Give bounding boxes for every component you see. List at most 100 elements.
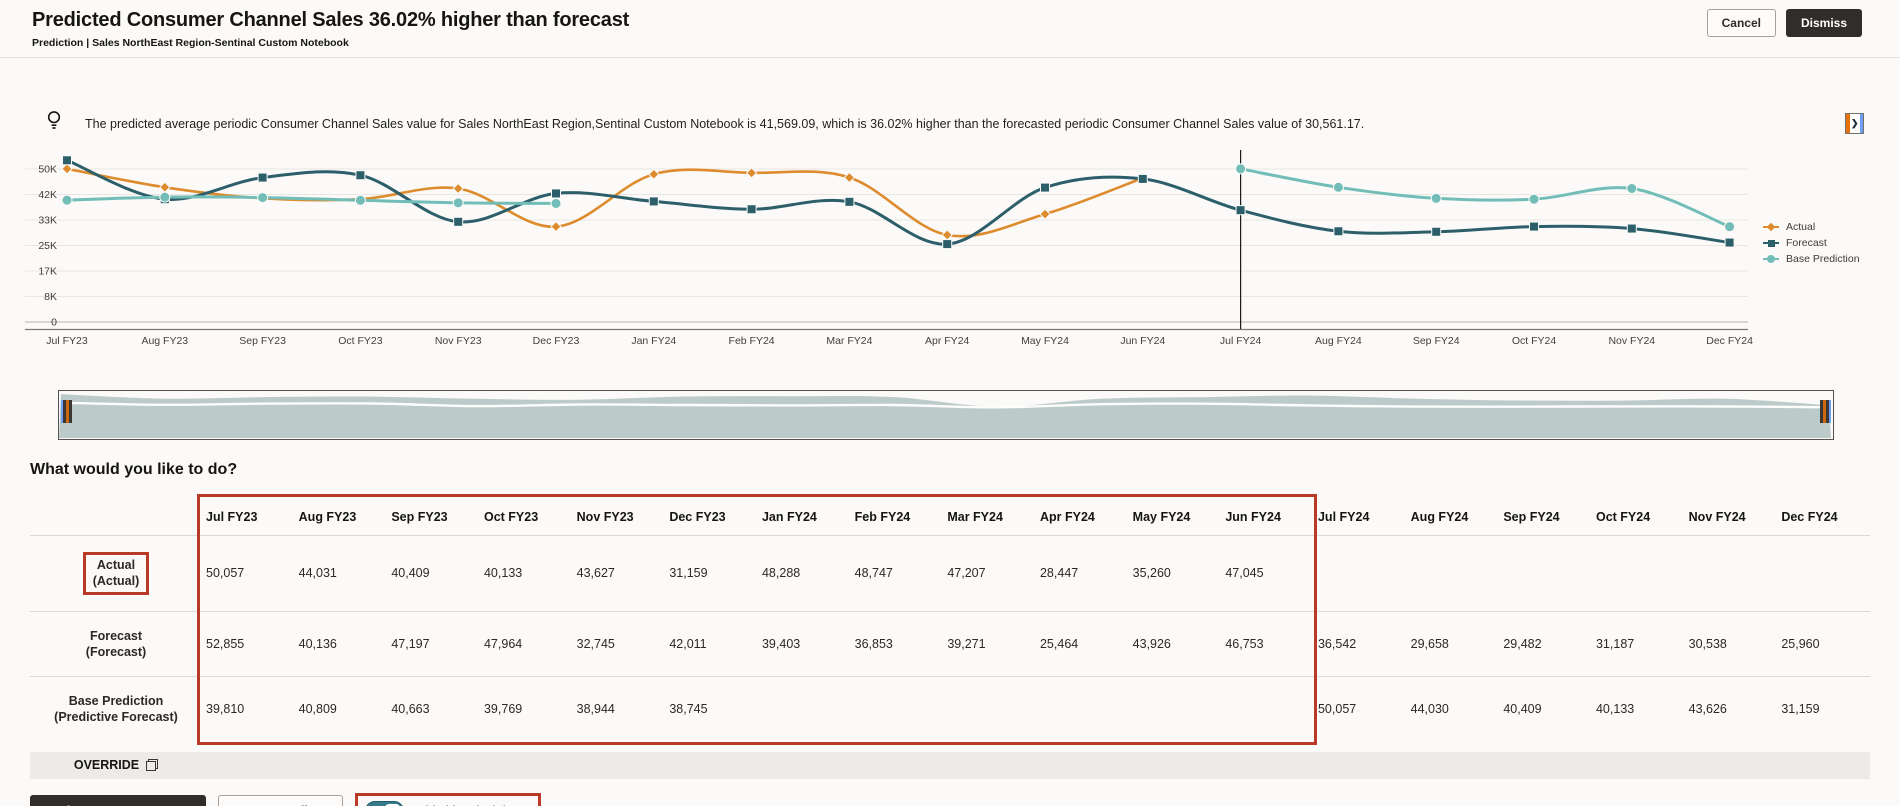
prediction-dialog: Predicted Consumer Channel Sales 36.02% … xyxy=(0,0,1900,806)
table-cell: 47,045 xyxy=(1225,566,1264,581)
dismiss-button[interactable]: Dismiss xyxy=(1785,9,1862,37)
column-header: Dec FY24 xyxy=(1781,510,1838,524)
table-cell: 43,627 xyxy=(576,566,615,581)
svg-text:50K: 50K xyxy=(38,164,57,176)
svg-text:Jan FY24: Jan FY24 xyxy=(631,335,676,347)
table-cell: 40,133 xyxy=(1595,702,1635,717)
table-cell xyxy=(1129,677,1222,742)
svg-text:Dec FY24: Dec FY24 xyxy=(1706,335,1753,347)
table-cell: 25,960 xyxy=(1781,636,1820,651)
table-row: Forecast (Forecast) 52,855 40,136 47,197 47,9… xyxy=(30,610,1870,677)
svg-text:Aug FY23: Aug FY23 xyxy=(141,335,188,347)
table-cell xyxy=(943,677,1036,742)
table-cell: 44,031 xyxy=(298,566,337,581)
update-forecast-button[interactable]: Update Forecast 25.94% xyxy=(30,794,206,806)
copy-icon[interactable] xyxy=(146,759,159,771)
table-cell: 31,159 xyxy=(669,566,708,581)
table-cell: 39,403 xyxy=(761,636,801,651)
base-prediction-series xyxy=(61,163,1736,233)
svg-text:Jul FY23: Jul FY23 xyxy=(46,335,88,347)
svg-text:Feb FY24: Feb FY24 xyxy=(729,335,775,347)
time-range-selector[interactable] xyxy=(58,390,1834,440)
column-header: Aug FY24 xyxy=(1410,510,1469,524)
table-cell xyxy=(758,677,851,742)
table-cell: 40,409 xyxy=(1503,702,1542,717)
svg-text:0: 0 xyxy=(51,317,57,329)
svg-text:Dec FY23: Dec FY23 xyxy=(533,335,580,347)
page-title: Predicted Consumer Channel Sales 36.02% … xyxy=(32,9,630,31)
question-heading: What would you like to do? xyxy=(30,461,238,478)
sales-line-chart: 50K 42K 33K 25K 17K 8K 0 Jul FY23 Aug FY23 Sep FY… xyxy=(0,146,1756,358)
legend-item-forecast[interactable]: Forecast xyxy=(1763,237,1860,249)
table-cell: 31,159 xyxy=(1781,702,1820,717)
svg-text:17K: 17K xyxy=(38,265,57,277)
table-cell: 40,133 xyxy=(483,566,523,581)
forecast-marker-icon xyxy=(1763,238,1779,248)
actual-label-highlight: Actual (Actual) xyxy=(82,552,150,595)
table-cell: 50,057 xyxy=(1317,702,1357,717)
table-cell: 25,464 xyxy=(1039,636,1079,651)
table-cell: 52,855 xyxy=(206,636,245,651)
table-cell xyxy=(1777,536,1870,611)
table-cell: 48,288 xyxy=(761,566,801,581)
actual-marker-icon xyxy=(1763,222,1779,232)
svg-text:33K: 33K xyxy=(38,215,57,227)
table-cell xyxy=(1592,536,1685,611)
table-cell: 28,447 xyxy=(1039,566,1079,581)
open-as-adhoc-button[interactable]: Open As Adhoc xyxy=(217,794,343,806)
forecast-series xyxy=(62,155,1735,250)
footer-actions: Update Forecast 25.94% Open As Adhoc Hid… xyxy=(30,792,1870,806)
svg-text:Jul FY24: Jul FY24 xyxy=(1220,335,1262,347)
svg-text:Apr FY24: Apr FY24 xyxy=(925,335,970,347)
table-header-row: Jul FY23 Aug FY23 Sep FY23 Oct FY23 Nov FY23… xyxy=(30,497,1870,535)
svg-text:Nov FY23: Nov FY23 xyxy=(435,335,482,347)
table-cell xyxy=(1314,536,1407,611)
column-header: Sep FY23 xyxy=(391,510,448,524)
column-header: Feb FY24 xyxy=(854,510,911,524)
hide-historical-data-highlight: Hide historical data xyxy=(354,792,541,806)
hide-historical-data-toggle[interactable] xyxy=(364,800,404,806)
legend-item-base-prediction[interactable]: Base Prediction xyxy=(1763,253,1860,265)
column-header: May FY24 xyxy=(1132,510,1191,524)
forecast-table: Jul FY23 Aug FY23 Sep FY23 Oct FY23 Nov FY23… xyxy=(30,494,1870,806)
table-cell: 39,769 xyxy=(483,702,523,717)
column-header: Aug FY23 xyxy=(298,510,357,524)
svg-text:42K: 42K xyxy=(38,189,57,201)
table-cell: 36,853 xyxy=(854,636,893,651)
svg-text:8K: 8K xyxy=(44,291,57,303)
open-panel-icon[interactable]: ❯ xyxy=(1845,113,1864,134)
column-header: Apr FY24 xyxy=(1039,510,1095,524)
table-row: Actual (Actual) 50,057 44,031 40,409 40,133 43… xyxy=(30,535,1870,611)
table-cell: 40,409 xyxy=(391,566,430,581)
svg-text:Aug FY24: Aug FY24 xyxy=(1315,335,1362,347)
panel-icon-blue-bar xyxy=(1859,114,1863,133)
range-handle-left[interactable] xyxy=(61,400,72,423)
chart-canvas: 50K 42K 33K 25K 17K 8K 0 Jul FY23 Aug FY23 Sep FY… xyxy=(25,150,1753,347)
table-cell: 47,207 xyxy=(947,566,986,581)
header: Predicted Consumer Channel Sales 36.02% … xyxy=(0,0,1900,58)
table-row: Base Prediction (Predictive Forecast) 39,8… xyxy=(30,676,1870,742)
svg-text:Mar FY24: Mar FY24 xyxy=(826,335,872,347)
table-cell: 39,271 xyxy=(947,636,986,651)
table-cell: 40,809 xyxy=(298,702,337,717)
column-header: Oct FY24 xyxy=(1595,510,1651,524)
table-cell: 36,542 xyxy=(1317,636,1357,651)
svg-text:Sep FY23: Sep FY23 xyxy=(239,335,286,347)
column-header: Jul FY24 xyxy=(1317,510,1370,524)
base-prediction-marker-icon xyxy=(1763,254,1779,264)
table-cell: 38,944 xyxy=(576,702,615,717)
svg-text:25K: 25K xyxy=(38,240,57,252)
cancel-button[interactable]: Cancel xyxy=(1706,9,1776,37)
table-cell: 39,810 xyxy=(206,702,245,717)
legend-label: Forecast xyxy=(1786,237,1827,249)
table-cell: 47,964 xyxy=(483,636,523,651)
legend-label: Actual xyxy=(1786,221,1816,233)
table-cell: 38,745 xyxy=(669,702,708,717)
range-handle-right[interactable] xyxy=(1820,400,1831,423)
override-row[interactable]: OVERRIDE xyxy=(30,751,1870,779)
table-cell xyxy=(1221,677,1314,742)
legend-item-actual[interactable]: Actual xyxy=(1763,221,1860,233)
column-header: Nov FY24 xyxy=(1688,510,1746,524)
override-label: OVERRIDE xyxy=(73,758,140,772)
column-header: Sep FY24 xyxy=(1503,510,1560,524)
